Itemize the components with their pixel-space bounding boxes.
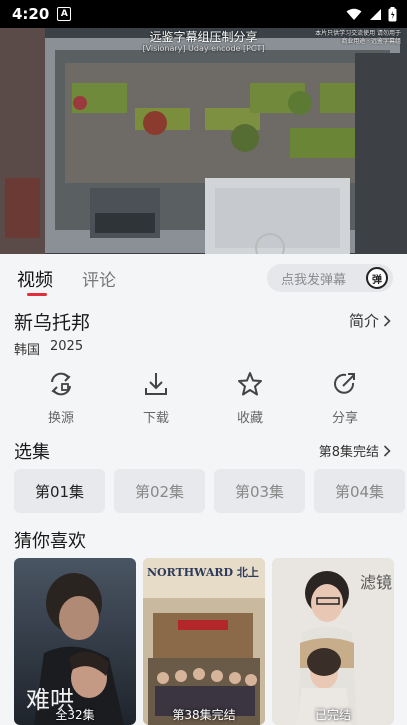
poster-title: 滤镜 — [360, 573, 392, 592]
recommend-list: 难哄 全32集 NORTHWARD 北上 第38集完结 滤镜 已完结 — [14, 558, 394, 725]
status-icons — [346, 6, 397, 22]
video-frame — [0, 28, 407, 254]
subtitle-watermark: 本片只供学习交流使用 请勿用于商业用途 · 远鉴字幕组 — [315, 30, 401, 45]
episode-chip-03[interactable]: 第03集 — [214, 469, 305, 513]
download-icon — [145, 373, 167, 395]
tab-comments[interactable]: 评论 — [82, 266, 116, 291]
episode-list: 第01集 第02集 第03集 第04集 — [14, 469, 405, 513]
status-time: 4:20 — [12, 5, 50, 23]
share-button[interactable]: 分享 — [315, 366, 375, 426]
notification-icon: A — [57, 7, 72, 21]
episodes-status: 第8集完结 — [318, 445, 379, 460]
poster-image: NORTHWARD 北上 — [143, 558, 265, 725]
recommend-caption: 第38集完结 — [172, 708, 236, 722]
danmaku-placeholder: 点我发弹幕 — [281, 272, 347, 288]
recommend-title: 猜你喜欢 — [14, 531, 86, 552]
intro-label: 简介 — [348, 312, 379, 330]
action-bar: 换源 下载 收藏 分享 — [0, 366, 407, 432]
recommend-caption: 全32集 — [55, 708, 95, 722]
episodes-title: 选集 — [14, 442, 50, 463]
video-player[interactable]: 远鉴字幕组压制分享 [Visionary] Uday encode [PCT] … — [0, 28, 407, 254]
chevron-right-icon — [383, 444, 391, 457]
signal-icon — [370, 8, 381, 20]
recommend-card-3[interactable]: 滤镜 已完结 — [272, 558, 394, 725]
status-bar: 4:20 A — [0, 0, 407, 28]
recommend-card-2[interactable]: NORTHWARD 北上 第38集完结 — [143, 558, 265, 725]
recommend-card-1[interactable]: 难哄 全32集 — [14, 558, 136, 725]
episodes-status-link[interactable]: 第8集完结 — [319, 441, 391, 460]
favorite-label: 收藏 — [236, 411, 263, 426]
show-meta: 韩国 2025 — [14, 339, 83, 358]
show-region: 韩国 — [14, 343, 41, 358]
switch-source-button[interactable]: 换源 — [31, 366, 91, 426]
poster-image: 滤镜 — [272, 558, 394, 725]
episode-chip-04[interactable]: 第04集 — [314, 469, 405, 513]
content-tabs: 视频 评论 点我发弹幕 弹 — [0, 254, 407, 298]
recommend-caption: 已完结 — [314, 708, 351, 722]
danmaku-toggle-button[interactable]: 弹 — [366, 267, 388, 289]
switch-source-label: 换源 — [47, 411, 74, 426]
poster-title: NORTHWARD 北上 — [147, 565, 259, 579]
battery-icon — [388, 6, 397, 21]
download-button[interactable]: 下载 — [126, 366, 186, 426]
favorite-button[interactable]: 收藏 — [220, 366, 280, 426]
intro-link[interactable]: 简介 — [349, 310, 391, 331]
danmaku-input[interactable]: 点我发弹幕 弹 — [267, 264, 393, 292]
active-tab-indicator — [27, 293, 47, 296]
share-icon — [334, 373, 355, 394]
star-icon — [238, 372, 262, 396]
show-year: 2025 — [50, 339, 84, 354]
download-label: 下载 — [142, 411, 169, 426]
show-title: 新乌托邦 — [14, 312, 91, 334]
poster-image: 难哄 — [14, 558, 136, 725]
share-label: 分享 — [331, 411, 358, 426]
episode-chip-02[interactable]: 第02集 — [114, 469, 205, 513]
chevron-right-icon — [383, 314, 391, 327]
wifi-icon — [346, 8, 362, 20]
switch-source-icon — [51, 372, 71, 396]
tab-video[interactable]: 视频 — [17, 266, 53, 292]
episode-chip-01[interactable]: 第01集 — [14, 469, 105, 513]
